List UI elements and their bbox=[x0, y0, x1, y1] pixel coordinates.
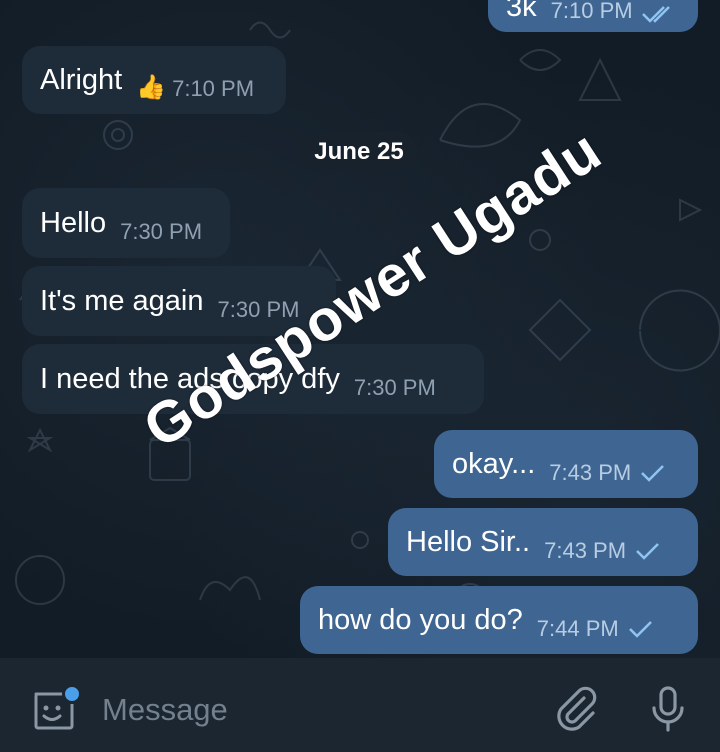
thumbs-up-emoji: 👍 bbox=[136, 73, 167, 101]
message-bubble-incoming[interactable]: Alright 👍 7:10 PM bbox=[22, 46, 286, 114]
message-bubble-outgoing[interactable]: okay... 7:43 PM bbox=[434, 430, 698, 498]
date-separator: June 25 bbox=[300, 132, 418, 172]
message-time: 7:10 PM bbox=[172, 76, 255, 101]
check-icon bbox=[641, 465, 665, 482]
chat-area[interactable]: 3k 7:10 PM Alright 👍 7:10 PM June 25 Hel… bbox=[0, 0, 720, 658]
date-separator-label: June 25 bbox=[314, 138, 404, 165]
message-time: 7:30 PM bbox=[353, 375, 436, 400]
double-check-icon bbox=[641, 6, 670, 23]
check-icon bbox=[628, 621, 652, 638]
message-text: Hello bbox=[40, 206, 107, 239]
message-composer: Message bbox=[0, 658, 720, 752]
attach-icon[interactable] bbox=[554, 686, 598, 734]
message-time: 7:10 PM bbox=[550, 0, 633, 23]
message-text: okay... bbox=[452, 447, 536, 480]
message-bubble-incoming[interactable]: Hello 7:30 PM bbox=[22, 188, 230, 258]
notification-badge bbox=[62, 684, 82, 704]
message-text: 3k bbox=[506, 0, 537, 23]
message-text: Hello Sir.. bbox=[406, 525, 531, 558]
message-text: Alright bbox=[40, 63, 123, 96]
microphone-icon[interactable] bbox=[648, 684, 688, 736]
message-time: 7:44 PM bbox=[536, 616, 619, 641]
message-text: how do you do? bbox=[318, 603, 523, 636]
message-time: 7:43 PM bbox=[544, 538, 627, 563]
message-bubble-outgoing[interactable]: how do you do? 7:44 PM bbox=[300, 586, 698, 654]
message-time: 7:30 PM bbox=[120, 219, 203, 244]
message-text: It's me again bbox=[40, 284, 204, 317]
message-bubble-outgoing[interactable]: 3k 7:10 PM bbox=[488, 0, 698, 32]
message-input[interactable]: Message bbox=[102, 692, 228, 728]
check-icon bbox=[636, 543, 659, 560]
message-bubble-outgoing[interactable]: Hello Sir.. 7:43 PM bbox=[388, 508, 698, 576]
message-time: 7:43 PM bbox=[549, 460, 632, 485]
